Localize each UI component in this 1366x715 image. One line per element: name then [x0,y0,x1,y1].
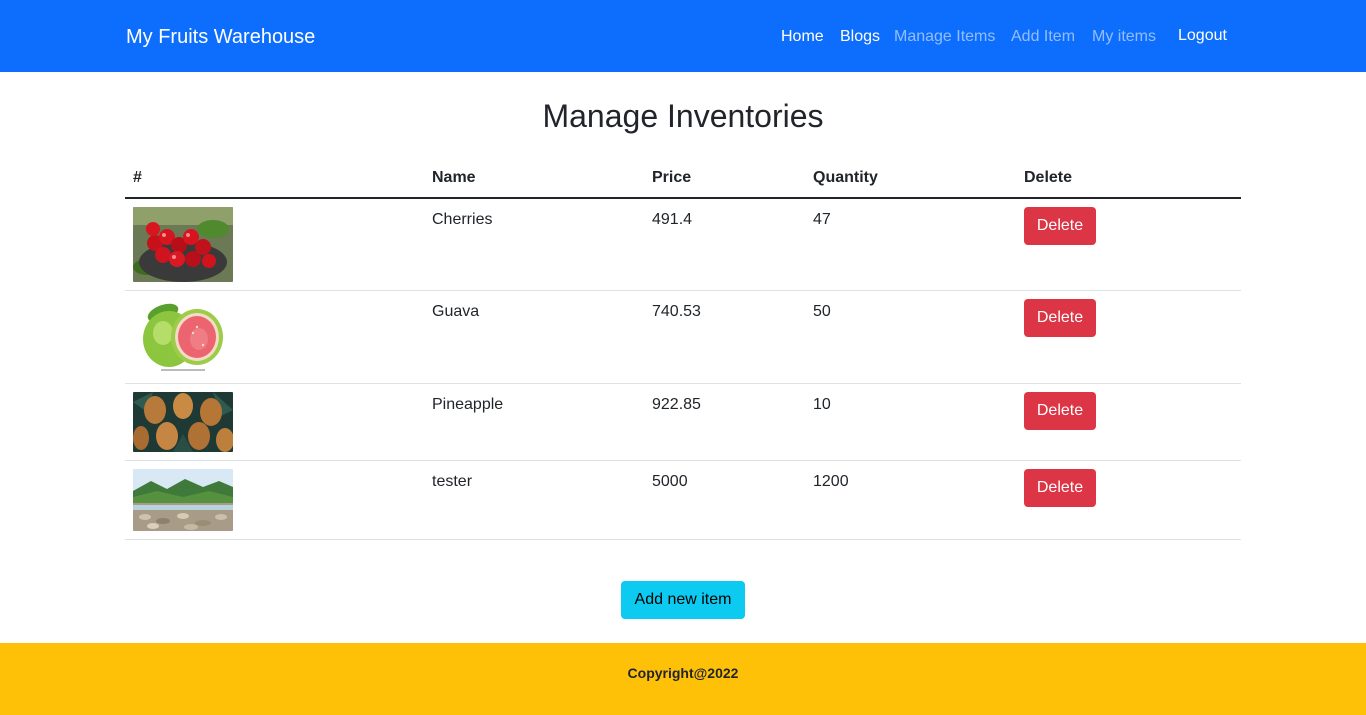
page-title: Manage Inventories [542,98,824,134]
pineapple-image [133,392,233,452]
nav-logout-link[interactable]: Logout [1178,26,1227,46]
item-name: Cherries [424,198,644,291]
item-name: tester [424,460,644,540]
item-image-cell [125,383,424,461]
item-name: Guava [424,290,644,384]
table-row: tester 5000 1200 Delete [125,460,1241,540]
column-header-price: Price [644,160,805,199]
item-delete-cell: Delete [1016,290,1241,384]
river-landscape-image [133,469,233,531]
delete-button[interactable]: Delete [1024,469,1096,507]
nav-blogs-link[interactable]: Blogs [840,27,880,47]
nav-add-item-link[interactable]: Add Item [1011,27,1075,47]
item-delete-cell: Delete [1016,460,1241,540]
top-navbar: My Fruits Warehouse Home Blogs Manage It… [0,0,1366,72]
item-price: 922.85 [644,383,805,461]
nav-manage-items-link[interactable]: Manage Items [894,27,995,47]
guava-image [133,299,233,375]
item-quantity: 1200 [805,460,1016,540]
nav-home-link[interactable]: Home [781,27,824,47]
item-quantity: 50 [805,290,1016,384]
footer-copyright: Copyright@2022 [627,665,739,681]
delete-button[interactable]: Delete [1024,207,1096,245]
inventory-table: # Name Price Quantity Delete Cherries 49… [125,160,1241,540]
nav-my-items-link[interactable]: My items [1092,27,1156,47]
item-image-cell [125,198,424,291]
inventory-table-container: # Name Price Quantity Delete Cherries 49… [125,160,1241,540]
item-price: 5000 [644,460,805,540]
column-header-quantity: Quantity [805,160,1016,199]
item-quantity: 10 [805,383,1016,461]
table-row: Guava 740.53 50 Delete [125,290,1241,384]
item-image-cell [125,460,424,540]
cherries-image [133,207,233,282]
item-name: Pineapple [424,383,644,461]
item-image-cell [125,290,424,384]
column-header-name: Name [424,160,644,199]
item-price: 740.53 [644,290,805,384]
add-new-item-button[interactable]: Add new item [621,581,745,619]
column-header-index: # [125,160,424,199]
column-header-delete: Delete [1016,160,1241,199]
table-row: Pineapple 922.85 10 Delete [125,383,1241,461]
table-row: Cherries 491.4 47 Delete [125,198,1241,291]
delete-button[interactable]: Delete [1024,299,1096,337]
item-delete-cell: Delete [1016,383,1241,461]
brand-link[interactable]: My Fruits Warehouse [126,24,315,50]
item-quantity: 47 [805,198,1016,291]
item-delete-cell: Delete [1016,198,1241,291]
footer: Copyright@2022 [0,643,1366,715]
delete-button[interactable]: Delete [1024,392,1096,430]
table-header-row: # Name Price Quantity Delete [125,160,1241,199]
item-price: 491.4 [644,198,805,291]
